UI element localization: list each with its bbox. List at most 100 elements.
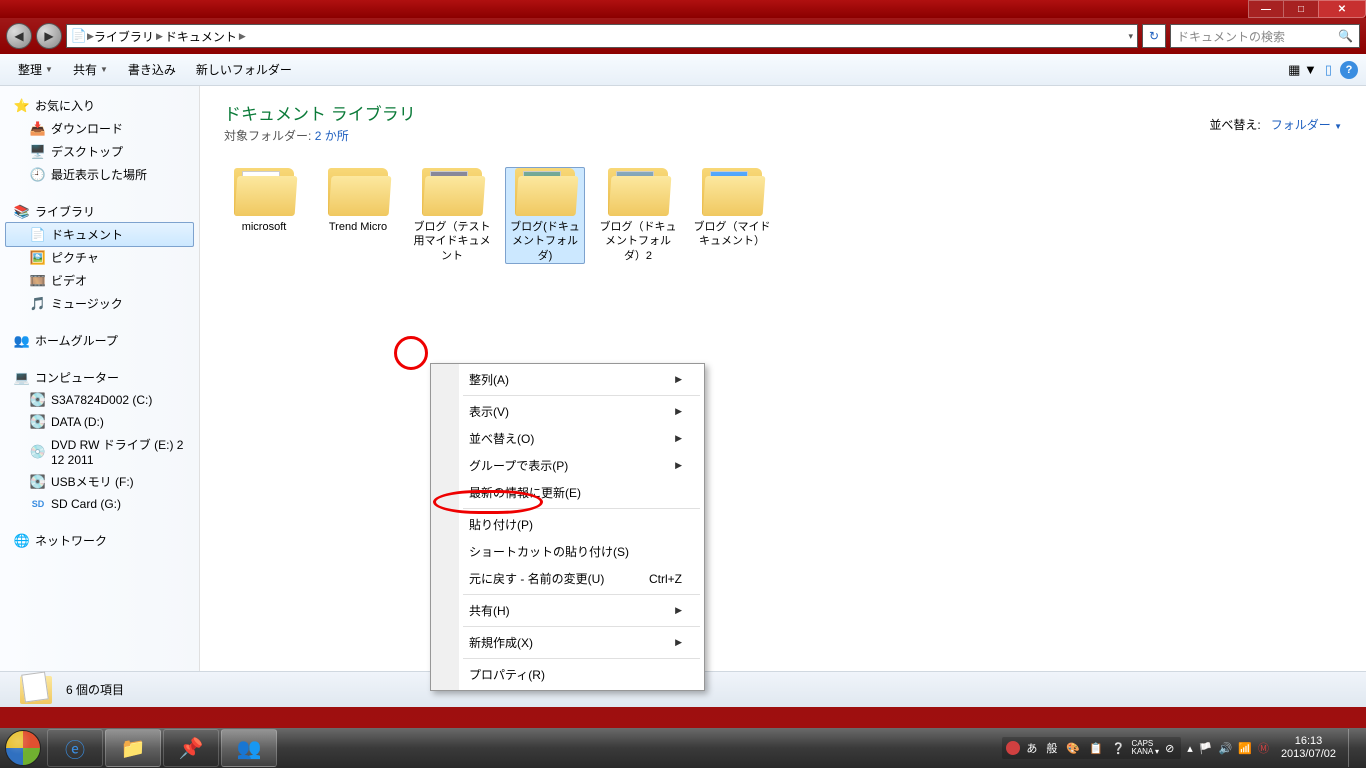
menu-properties[interactable]: プロパティ(R) xyxy=(433,661,702,688)
network-icon: 🌐 xyxy=(14,533,30,549)
sidebar-item-music[interactable]: 🎵ミュージック xyxy=(0,292,199,315)
menu-paste-shortcut[interactable]: ショートカットの貼り付け(S) xyxy=(433,538,702,565)
sidebar-item-desktop[interactable]: 🖥️デスクトップ xyxy=(0,140,199,163)
show-desktop-button[interactable] xyxy=(1348,729,1360,767)
folder-icon xyxy=(702,168,762,216)
sidebar-item-recent[interactable]: 🕘最近表示した場所 xyxy=(0,163,199,186)
folder-item[interactable]: ブログ（ドキュメントフォルダ）2 xyxy=(598,168,678,263)
menu-view[interactable]: 表示(V)▶ xyxy=(433,398,702,425)
maximize-button[interactable]: □ xyxy=(1283,0,1319,18)
view-icon-button[interactable]: ▦ ▼ xyxy=(1288,62,1317,78)
tray-speaker-icon[interactable]: 🔊 xyxy=(1219,742,1233,755)
menu-arrange[interactable]: 整列(A)▶ xyxy=(433,366,702,393)
status-icon xyxy=(20,676,52,704)
refresh-button[interactable]: ↻ xyxy=(1142,24,1166,48)
sidebar-libraries-header[interactable]: 📚ライブラリ xyxy=(0,200,199,223)
sidebar-homegroup-header[interactable]: 👥ホームグループ xyxy=(0,329,199,352)
folder-label: ブログ（ドキュメントフォルダ）2 xyxy=(598,220,678,263)
search-box[interactable]: ドキュメントの検索 🔍 xyxy=(1170,24,1360,48)
library-locations-link[interactable]: 2 か所 xyxy=(315,129,349,143)
sidebar: ⭐お気に入り 📥ダウンロード 🖥️デスクトップ 🕘最近表示した場所 📚ライブラリ… xyxy=(0,86,200,671)
folder-label: ブログ（テスト用マイドキュメント xyxy=(412,220,492,263)
menu-paste[interactable]: 貼り付け(P) xyxy=(433,511,702,538)
sidebar-item-pictures[interactable]: 🖼️ピクチャ xyxy=(0,246,199,269)
folder-label: Trend Micro xyxy=(318,220,398,234)
menu-new[interactable]: 新規作成(X)▶ xyxy=(433,629,702,656)
tray-network-icon[interactable]: 📶 xyxy=(1238,742,1252,755)
sidebar-item-downloads[interactable]: 📥ダウンロード xyxy=(0,117,199,140)
titlebar: — □ ✕ xyxy=(0,0,1366,18)
recent-icon: 🕘 xyxy=(30,167,46,183)
taskbar-ie[interactable]: ⓔ xyxy=(47,729,103,767)
sidebar-item-drive-d[interactable]: 💽DATA (D:) xyxy=(0,411,199,433)
sidebar-item-documents[interactable]: 📄ドキュメント xyxy=(5,222,194,247)
breadcrumb-item[interactable]: ドキュメント xyxy=(165,28,237,45)
content-pane[interactable]: ドキュメント ライブラリ 対象フォルダー: 2 か所 並べ替え: フォルダー ▼… xyxy=(200,86,1366,671)
music-icon: 🎵 xyxy=(30,296,46,312)
folder-icon: 📄 xyxy=(71,28,87,44)
close-button[interactable]: ✕ xyxy=(1318,0,1366,18)
sidebar-network-header[interactable]: 🌐ネットワーク xyxy=(0,529,199,552)
toolbar-newfolder[interactable]: 新しいフォルダー xyxy=(186,57,302,82)
breadcrumb-item[interactable]: ライブラリ xyxy=(94,28,154,45)
minimize-button[interactable]: — xyxy=(1248,0,1284,18)
sidebar-favorites-header[interactable]: ⭐お気に入り xyxy=(0,94,199,117)
folder-item[interactable]: ブログ（マイドキュメント） xyxy=(692,168,772,263)
menu-sort[interactable]: 並べ替え(O)▶ xyxy=(433,425,702,452)
sidebar-item-videos[interactable]: 🎞️ビデオ xyxy=(0,269,199,292)
taskbar-clock[interactable]: 16:13 2013/07/02 xyxy=(1275,735,1342,761)
toolbar-organize[interactable]: 整理 ▼ xyxy=(8,57,63,82)
help-icon[interactable]: ? xyxy=(1340,61,1358,79)
sidebar-item-drive-g[interactable]: SDSD Card (G:) xyxy=(0,493,199,515)
folder-icon xyxy=(608,168,668,216)
drive-icon: 💽 xyxy=(30,414,46,430)
folder-label: ブログ（マイドキュメント） xyxy=(692,220,772,249)
folder-icon xyxy=(422,168,482,216)
search-placeholder: ドキュメントの検索 xyxy=(1177,28,1285,45)
sidebar-item-drive-f[interactable]: 💽USBメモリ (F:) xyxy=(0,470,199,493)
preview-pane-button[interactable]: ▯ xyxy=(1325,62,1332,78)
tray-mcafee-icon[interactable]: Ⓜ xyxy=(1258,740,1269,756)
dvd-icon: 💿 xyxy=(30,444,46,460)
toolbar-share[interactable]: 共有 ▼ xyxy=(63,57,118,82)
homegroup-icon: 👥 xyxy=(14,333,30,349)
taskbar-explorer[interactable]: 📁 xyxy=(105,729,161,767)
search-icon: 🔍 xyxy=(1338,29,1353,43)
taskbar-pin[interactable]: 📌 xyxy=(163,729,219,767)
menu-group[interactable]: グループで表示(P)▶ xyxy=(433,452,702,479)
computer-icon: 💻 xyxy=(14,370,30,386)
document-icon: 📄 xyxy=(30,227,46,243)
folder-item[interactable]: Trend Micro xyxy=(318,168,398,263)
folder-item[interactable]: microsoft xyxy=(224,168,304,263)
menu-undo[interactable]: 元に戻す - 名前の変更(U)Ctrl+Z xyxy=(433,565,702,592)
tray-expand-icon[interactable]: ▴ xyxy=(1187,742,1193,755)
address-row: ◀ ▶ 📄 ▶ ライブラリ ▶ ドキュメント ▶ ▾ ↻ ドキュメントの検索 🔍 xyxy=(0,18,1366,54)
sidebar-item-drive-e[interactable]: 💿DVD RW ドライブ (E:) 2 12 2011 xyxy=(0,433,199,470)
status-text: 6 個の項目 xyxy=(66,681,124,698)
nav-forward-button[interactable]: ▶ xyxy=(36,23,62,49)
address-bar[interactable]: 📄 ▶ ライブラリ ▶ ドキュメント ▶ ▾ xyxy=(66,24,1138,48)
ime-toolbar[interactable]: あ 般 🎨 📋 ❔ CAPSKANA ▾ ⊘ xyxy=(1002,737,1181,759)
sidebar-computer-header[interactable]: 💻コンピューター xyxy=(0,366,199,389)
toolbar-burn[interactable]: 書き込み xyxy=(118,57,186,82)
folder-item[interactable]: ブログ（テスト用マイドキュメント xyxy=(412,168,492,263)
start-button[interactable] xyxy=(0,728,46,768)
drive-icon: 💽 xyxy=(30,392,46,408)
nav-back-button[interactable]: ◀ xyxy=(6,23,32,49)
picture-icon: 🖼️ xyxy=(30,250,46,266)
menu-refresh[interactable]: 最新の情報に更新(E) xyxy=(433,479,702,506)
folder-label: microsoft xyxy=(224,220,304,234)
folder-item[interactable]: ブログ(ドキュメントフォルダ) xyxy=(505,167,585,264)
sort-value[interactable]: フォルダー ▼ xyxy=(1271,116,1342,133)
tray-flag-icon[interactable]: 🏳️ xyxy=(1199,742,1213,755)
sidebar-item-drive-c[interactable]: 💽S3A7824D002 (C:) xyxy=(0,389,199,411)
sort-label: 並べ替え: xyxy=(1209,116,1260,133)
folder-list: microsoft Trend Micro ブログ（テスト用マイドキュメント ブ… xyxy=(224,168,1342,263)
folder-icon xyxy=(234,168,294,216)
sd-icon: SD xyxy=(30,496,46,512)
menu-sharewith[interactable]: 共有(H)▶ xyxy=(433,597,702,624)
toolbar: 整理 ▼ 共有 ▼ 書き込み 新しいフォルダー ▦ ▼ ▯ ? xyxy=(0,54,1366,86)
taskbar: ⓔ 📁 📌 👥 あ 般 🎨 📋 ❔ CAPSKANA ▾ ⊘ ▴ 🏳️ 🔊 📶 … xyxy=(0,728,1366,768)
taskbar-messenger[interactable]: 👥 xyxy=(221,729,277,767)
video-icon: 🎞️ xyxy=(30,273,46,289)
